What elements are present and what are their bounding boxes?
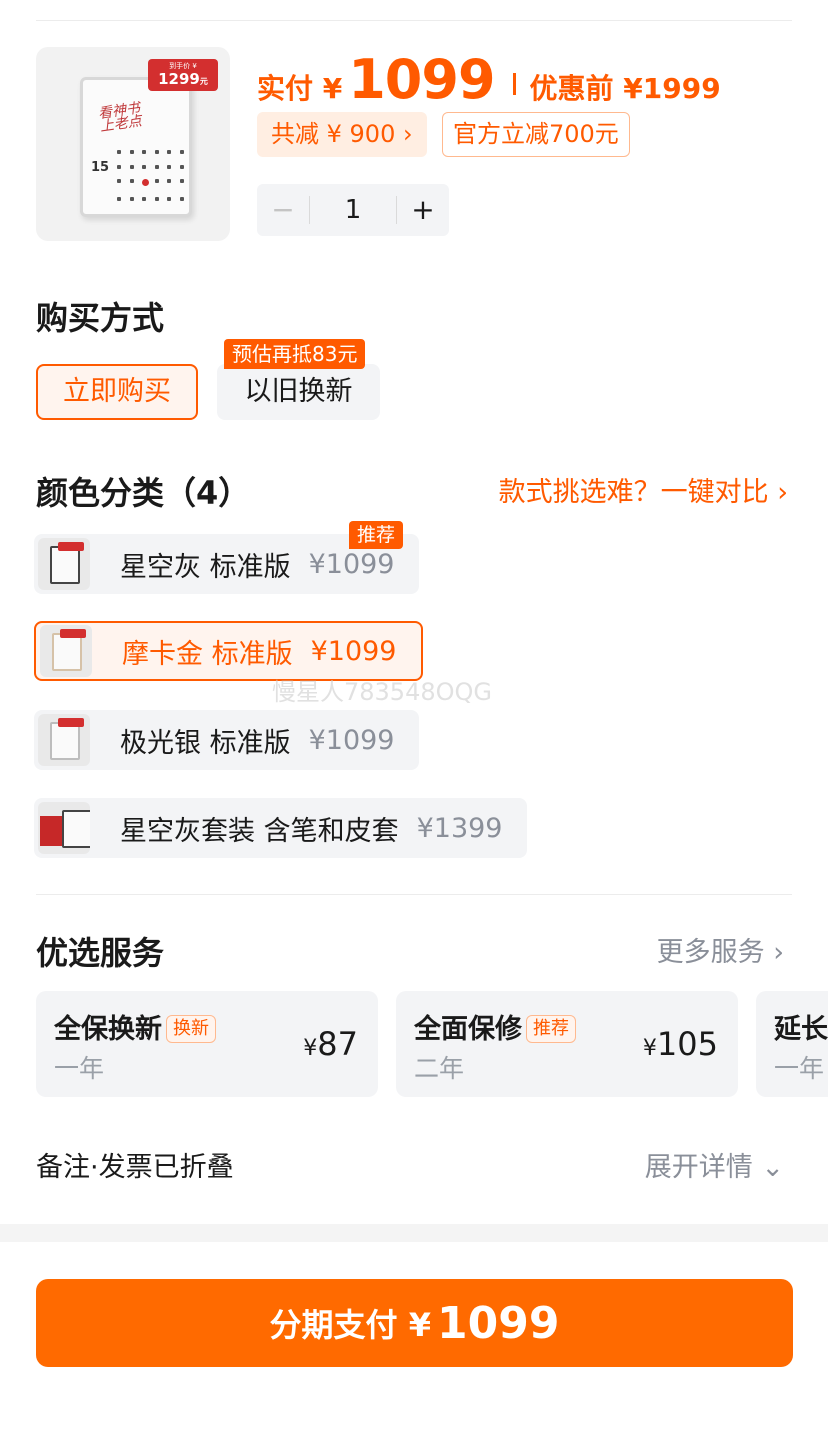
service-name: 延长 (774, 1014, 828, 1045)
price-sticker: 到手价 ¥ 1299元 (148, 59, 218, 91)
notes-invoice-label: 备注·发票已折叠 (36, 1152, 234, 1183)
buy-now-option[interactable]: 立即购买 (36, 364, 198, 420)
section-divider (36, 894, 792, 895)
color-section-title: 颜色分类（4） (36, 474, 251, 512)
pay-label: 实付 ¥ (257, 72, 343, 105)
expand-details-link[interactable]: 展开详情 ⌄ (645, 1145, 784, 1184)
more-services-link[interactable]: 更多服务 › (657, 930, 784, 969)
device-illustration: 看神书 上老点 15 (80, 77, 192, 217)
quantity-stepper: − 1 + (257, 184, 449, 236)
service-term: 二年 (414, 1054, 465, 1083)
price-sticker-unit: 元 (199, 77, 208, 86)
pay-button-amount: 1099 (436, 1297, 560, 1349)
service-term: 一年 (54, 1054, 105, 1083)
pay-button-label: 分期支付 ¥ (269, 1306, 431, 1344)
device-calendar-grid (117, 150, 187, 206)
service-price: 87 (317, 1025, 358, 1063)
service-price: 105 (656, 1025, 718, 1063)
service-term: 一年 (774, 1054, 825, 1083)
installment-pay-button[interactable]: 分期支付 ¥ 1099 (36, 1279, 793, 1367)
price-separator (512, 73, 516, 95)
color-price: ¥1099 (308, 724, 395, 756)
service-card-full-replace[interactable]: 全保换新 换新 一年 ¥87 (36, 991, 378, 1097)
footer-separator (0, 1224, 828, 1242)
recommend-badge: 推荐 (349, 521, 404, 549)
color-thumb (38, 714, 90, 766)
color-name: 摩卡金 标准版 (122, 638, 293, 670)
color-thumb (40, 625, 92, 677)
increase-button[interactable]: + (397, 184, 449, 236)
quantity-value[interactable]: 1 (310, 184, 396, 236)
device-screen-text: 看神书 上老点 (97, 100, 143, 136)
service-card-full-warranty[interactable]: 全面保修 推荐 二年 ¥105 (396, 991, 738, 1097)
color-option-star-gray-bundle[interactable]: 星空灰套装 含笔和皮套 ¥1399 (34, 798, 527, 858)
top-divider (36, 20, 792, 21)
total-discount-chip[interactable]: 共减 ¥ 900 › (257, 112, 427, 157)
decrease-button[interactable]: − (257, 184, 309, 236)
trade-in-estimate-badge: 预估再抵83元 (224, 339, 366, 369)
trade-in-option[interactable]: 以旧换新 (217, 364, 380, 420)
pay-value: 1099 (348, 48, 495, 111)
service-card-extended[interactable]: 延长 一年 (756, 991, 828, 1097)
color-name: 星空灰套装 含笔和皮套 (120, 815, 399, 847)
color-thumb (38, 802, 90, 854)
color-option-aurora-silver[interactable]: 极光银 标准版 ¥1099 (34, 710, 419, 770)
service-badge: 推荐 (526, 1015, 576, 1043)
color-name: 星空灰 标准版 (120, 551, 291, 583)
original-price: 优惠前 ¥1999 (529, 72, 721, 105)
compare-link[interactable]: 款式挑选难？一键对比 › (499, 470, 788, 509)
price-sticker-value: 1299 (158, 70, 200, 88)
color-name: 极光银 标准版 (120, 727, 291, 759)
service-currency: ¥ (642, 1036, 657, 1061)
device-date: 15 (91, 160, 110, 175)
purchase-method-title: 购买方式 (36, 299, 165, 337)
color-price: ¥1099 (310, 635, 397, 667)
services-title: 优选服务 (36, 934, 165, 972)
price-row: 实付 ¥ 1099 优惠前 ¥1999 (257, 48, 721, 111)
product-image[interactable]: 看神书 上老点 15 到手价 ¥ 1299元 (36, 47, 230, 241)
watermark: 慢星人783548OQG (272, 678, 492, 706)
color-price: ¥1099 (308, 548, 395, 580)
color-thumb (38, 538, 90, 590)
color-price: ¥1399 (416, 812, 503, 844)
service-badge: 换新 (166, 1015, 216, 1043)
service-name: 全保换新 (54, 1014, 162, 1045)
official-discount-chip: 官方立减700元 (442, 112, 630, 157)
service-name: 全面保修 (414, 1014, 522, 1045)
service-currency: ¥ (303, 1036, 318, 1061)
